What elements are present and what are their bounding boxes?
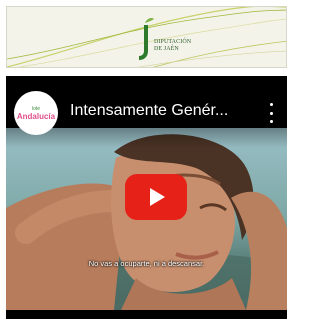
- channel-avatar[interactable]: lote Andalucía: [14, 91, 58, 135]
- org-line-1: DIPUTACIÓN: [154, 39, 192, 45]
- header-banner: DIPUTACIÓN DE JAÉN: [6, 6, 287, 68]
- video-top-bar: lote Andalucía Intensamente Genér...: [6, 76, 287, 148]
- org-line-2: DE JAÉN: [154, 46, 179, 52]
- video-subtitle: No vas a ocuparte, ni a descansar.: [88, 259, 205, 268]
- video-player[interactable]: lote Andalucía Intensamente Genér... No …: [6, 76, 287, 319]
- video-title[interactable]: Intensamente Genér...: [70, 102, 260, 120]
- avatar-main-text: Andalucía: [16, 111, 56, 121]
- youtube-play-icon[interactable]: [125, 174, 187, 220]
- more-vert-icon[interactable]: [265, 103, 277, 123]
- diputacion-logo-icon: [139, 18, 154, 60]
- organization-name: DIPUTACIÓN DE JAÉN: [154, 39, 214, 53]
- play-triangle: [150, 188, 165, 206]
